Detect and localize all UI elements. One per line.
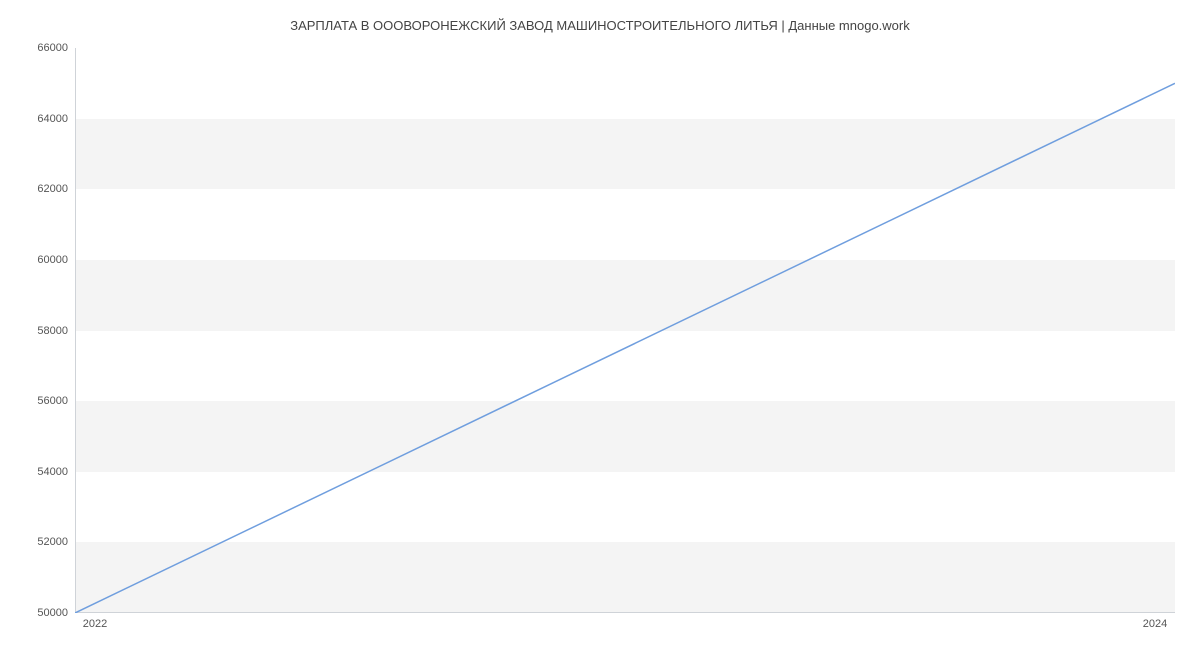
y-tick-label: 54000: [8, 466, 68, 478]
y-tick-label: 62000: [8, 183, 68, 195]
x-tick-label: 2022: [83, 618, 107, 630]
y-tick-label: 64000: [8, 113, 68, 125]
plot-area: [75, 48, 1175, 613]
y-tick-label: 50000: [8, 607, 68, 619]
salary-series: [75, 83, 1175, 613]
salary-line-chart: ЗАРПЛАТА В ОООВОРОНЕЖСКИЙ ЗАВОД МАШИНОСТ…: [0, 0, 1200, 650]
x-tick-label: 2024: [1143, 618, 1167, 630]
y-tick-label: 66000: [8, 42, 68, 54]
y-tick-label: 60000: [8, 254, 68, 266]
chart-title: ЗАРПЛАТА В ОООВОРОНЕЖСКИЙ ЗАВОД МАШИНОСТ…: [0, 18, 1200, 33]
y-tick-label: 58000: [8, 325, 68, 337]
y-tick-label: 52000: [8, 536, 68, 548]
series-line: [75, 48, 1175, 613]
y-tick-label: 56000: [8, 395, 68, 407]
